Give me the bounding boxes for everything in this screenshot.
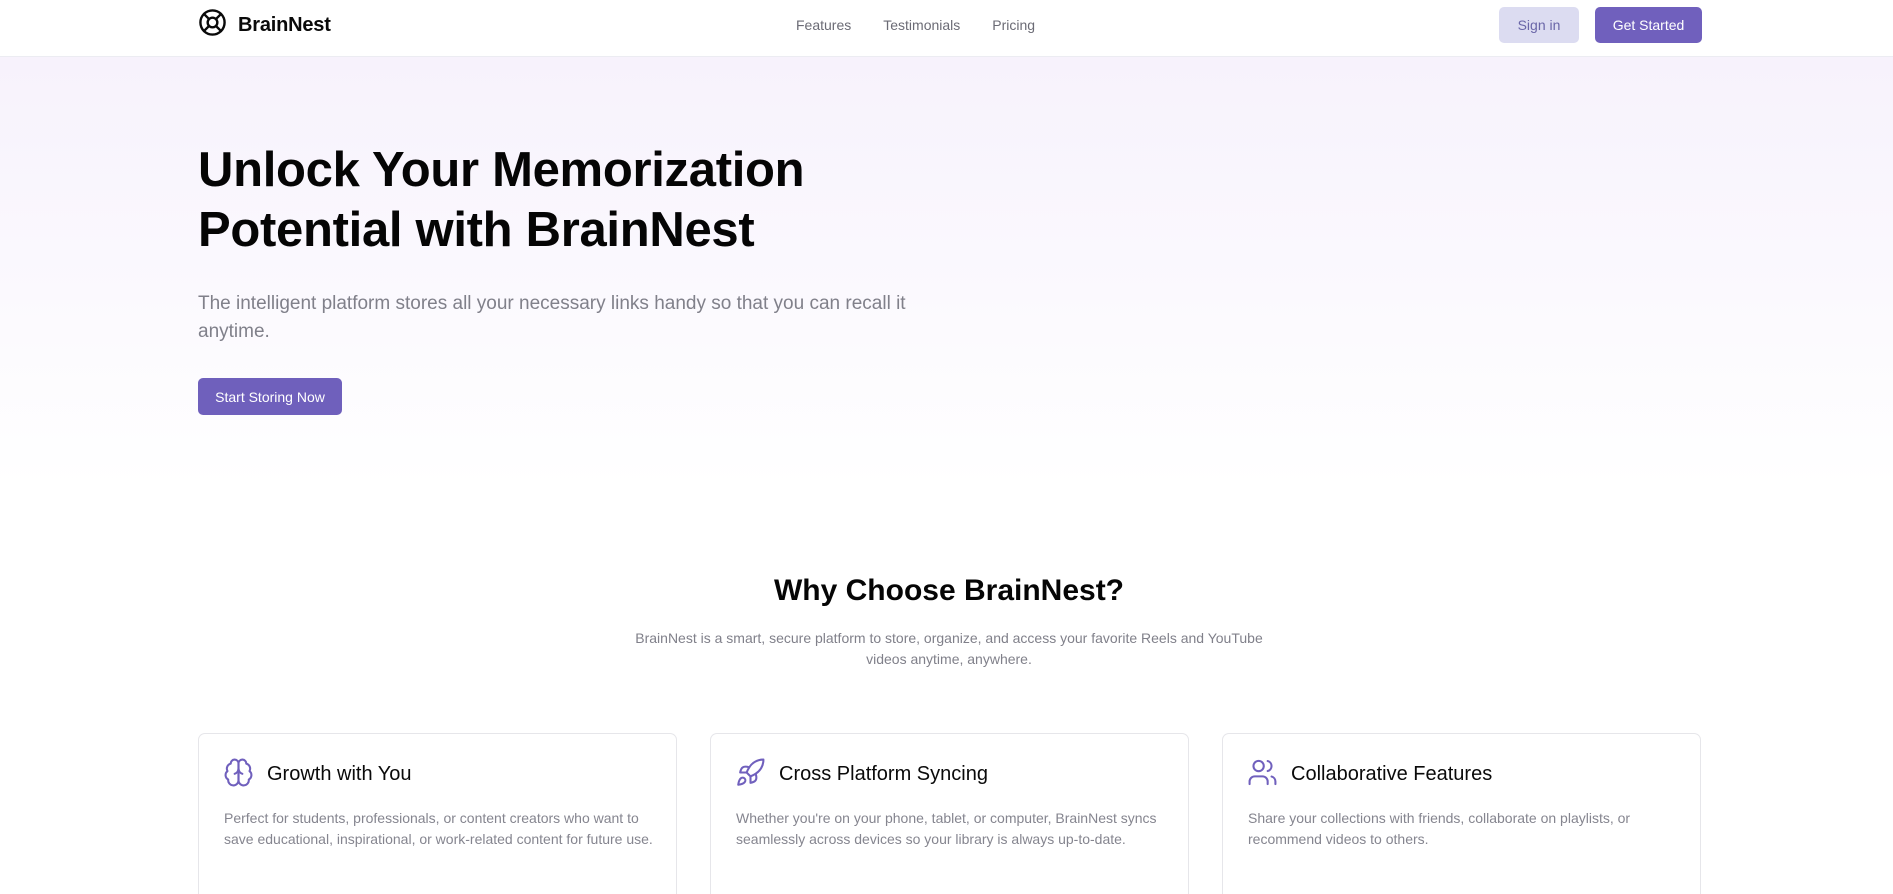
brand-name: BrainNest <box>238 13 331 36</box>
main-nav: Features Testimonials Pricing <box>796 17 1067 33</box>
feature-card-growth: Growth with You Perfect for students, pr… <box>198 733 677 894</box>
feature-title: Growth with You <box>267 763 412 785</box>
rocket-icon <box>735 757 766 788</box>
nav-link-features[interactable]: Features <box>796 17 851 33</box>
nav-link-testimonials[interactable]: Testimonials <box>883 17 960 33</box>
sign-in-button[interactable]: Sign in <box>1499 7 1579 43</box>
feature-title: Cross Platform Syncing <box>779 763 988 785</box>
nav-link-pricing[interactable]: Pricing <box>992 17 1035 33</box>
hero-section <box>0 57 1893 487</box>
feature-description: Perfect for students, professionals, or … <box>224 810 653 847</box>
users-icon <box>1247 757 1278 788</box>
feature-description: Whether you're on your phone, tablet, or… <box>736 810 1157 847</box>
hero-subtitle: The intelligent platform stores all your… <box>198 293 906 342</box>
feature-card-collaborative: Collaborative Features Share your collec… <box>1222 733 1701 894</box>
top-navbar: BrainNest Features Testimonials Pricing … <box>0 0 1893 57</box>
life-buoy-icon <box>198 8 227 42</box>
start-storing-button[interactable]: Start Storing Now <box>198 378 342 415</box>
hero-title-line-2: Potential with BrainNest <box>198 203 755 257</box>
hero-title: Unlock Your Memorization Potential with … <box>198 140 958 260</box>
why-section-title: Why Choose BrainNest? <box>773 574 1125 607</box>
feature-title: Collaborative Features <box>1291 763 1493 785</box>
feature-card-syncing: Cross Platform Syncing Whether you're on… <box>710 733 1189 894</box>
get-started-button[interactable]: Get Started <box>1595 7 1702 43</box>
hero-title-line-1: Unlock Your Memorization <box>198 143 805 197</box>
why-section-subtitle: BrainNest is a smart, secure platform to… <box>635 630 1263 667</box>
brain-icon <box>223 757 254 788</box>
brand-logo-link[interactable]: BrainNest <box>198 8 331 42</box>
feature-description: Share your collections with friends, col… <box>1248 810 1631 847</box>
